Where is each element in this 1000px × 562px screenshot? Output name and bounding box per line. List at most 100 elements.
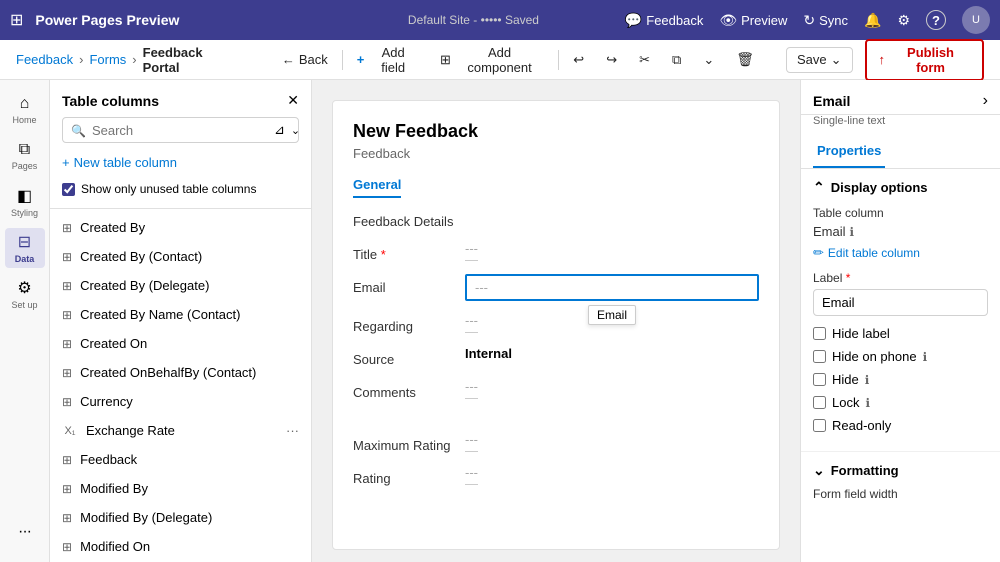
- add-column-button[interactable]: + New table column: [62, 151, 177, 174]
- right-panel-chevron-icon[interactable]: [983, 92, 988, 110]
- bell-icon: [864, 13, 881, 28]
- hide-text: Hide: [832, 372, 859, 387]
- show-unused-checkbox[interactable]: [62, 183, 75, 196]
- undo-icon: [573, 52, 584, 68]
- col-name-7: Exchange Rate: [86, 423, 278, 438]
- list-item[interactable]: X₁ Exchange Rate ···: [50, 416, 311, 445]
- display-options-section: Display options Table column Email Edit …: [801, 169, 1000, 452]
- display-options-header[interactable]: Display options: [813, 179, 988, 196]
- lock-checkbox[interactable]: [813, 396, 826, 409]
- dropdown-icon: [703, 52, 714, 68]
- panel-actions: + New table column: [50, 151, 311, 182]
- add-field-button[interactable]: Add field: [349, 41, 426, 79]
- field-label-comments: Comments: [353, 379, 453, 400]
- list-item[interactable]: Feedback: [50, 445, 311, 474]
- list-item[interactable]: Created By (Contact): [50, 242, 311, 271]
- lock-text: Lock: [832, 395, 859, 410]
- search-input[interactable]: [92, 123, 268, 138]
- formatting-header[interactable]: Formatting: [813, 462, 988, 479]
- more-icon: ···: [18, 523, 31, 541]
- list-item[interactable]: Created By: [50, 213, 311, 242]
- col-name-4: Created On: [80, 336, 299, 351]
- sidebar-item-pages[interactable]: ⧉ Pages: [5, 136, 45, 176]
- list-item[interactable]: Created By Name (Contact): [50, 300, 311, 329]
- cut-button[interactable]: [631, 48, 658, 72]
- hide-label-checkbox[interactable]: [813, 327, 826, 340]
- help-icon[interactable]: [926, 10, 946, 30]
- readonly-checkbox[interactable]: [813, 419, 826, 432]
- list-item[interactable]: Modified On: [50, 532, 311, 561]
- preview-action[interactable]: Preview: [719, 12, 787, 29]
- form-tab-general[interactable]: General: [353, 177, 401, 198]
- info-icon: [850, 224, 855, 239]
- list-item[interactable]: Created On: [50, 329, 311, 358]
- column-list: Created By Created By (Contact) Created …: [50, 213, 311, 562]
- formatting-title-label: Formatting: [831, 463, 899, 478]
- col-name-5: Created OnBehalfBy (Contact): [80, 365, 299, 380]
- list-item[interactable]: Created OnBehalfBy (Contact): [50, 358, 311, 387]
- publish-button[interactable]: Publish form: [865, 39, 984, 81]
- copy-button[interactable]: [664, 48, 689, 72]
- sidebar-item-data[interactable]: ⊟ Data: [5, 228, 45, 268]
- sync-action[interactable]: Sync: [803, 12, 848, 29]
- field-value-email: --- Email: [465, 274, 759, 301]
- readonly-text: Read-only: [832, 418, 891, 433]
- label-input[interactable]: [813, 289, 988, 316]
- sidebar-item-styling[interactable]: ◧ Styling: [5, 182, 45, 222]
- user-avatar[interactable]: U: [962, 6, 990, 34]
- redo-button[interactable]: [598, 48, 625, 72]
- form-field-email[interactable]: Email --- Email: [353, 274, 759, 301]
- settings-icon[interactable]: [897, 12, 910, 29]
- save-button[interactable]: Save: [786, 47, 853, 73]
- add-component-label: Add component: [455, 45, 544, 75]
- close-panel-button[interactable]: [287, 92, 299, 109]
- sidebar-item-setup[interactable]: ⚙ Set up: [5, 274, 45, 314]
- hide-phone-checkbox[interactable]: [813, 350, 826, 363]
- tab-properties[interactable]: Properties: [813, 135, 885, 168]
- filter-dropdown-icon[interactable]: ⌄: [291, 124, 300, 137]
- list-item[interactable]: Created By (Delegate): [50, 271, 311, 300]
- col-icon-2: [62, 278, 72, 293]
- form-subtitle: Feedback: [353, 146, 759, 161]
- email-tooltip: Email: [588, 305, 636, 325]
- grid-icon[interactable]: [10, 10, 23, 30]
- data-icon: ⊟: [18, 232, 31, 252]
- secondary-bar: Feedback › Forms › Feedback Portal Back …: [0, 40, 1000, 80]
- save-label: Save: [797, 52, 827, 67]
- add-component-button[interactable]: ⊞ Add component: [432, 41, 552, 79]
- more-button[interactable]: [695, 48, 722, 72]
- right-panel: Email Single-line text Properties Displa…: [800, 80, 1000, 562]
- save-dropdown-icon: [831, 52, 842, 68]
- feedback-action[interactable]: Feedback: [625, 12, 704, 29]
- hide-checkbox[interactable]: [813, 373, 826, 386]
- show-unused-row: Show only unused table columns: [50, 182, 311, 204]
- formatting-chevron-icon: [813, 462, 825, 479]
- readonly-option: Read-only: [813, 418, 988, 433]
- topbar-actions: Feedback Preview Sync U: [625, 6, 990, 34]
- sidebar-item-more[interactable]: ···: [5, 512, 45, 552]
- required-indicator: *: [381, 247, 386, 262]
- styling-icon: ◧: [17, 186, 32, 206]
- list-item[interactable]: Modified By: [50, 474, 311, 503]
- edit-table-column-link[interactable]: Edit table column: [813, 245, 988, 261]
- notifications[interactable]: [864, 12, 881, 29]
- email-field-selected[interactable]: --- Email: [465, 274, 759, 301]
- breadcrumb-feedback[interactable]: Feedback: [16, 52, 73, 67]
- lock-option: Lock: [813, 395, 988, 410]
- col-name-9: Modified By: [80, 481, 299, 496]
- panel-tabs: Properties: [801, 135, 1000, 169]
- field-value-source: Internal: [465, 346, 759, 361]
- filter-icon[interactable]: ⊿: [274, 122, 285, 138]
- hide-phone-text: Hide on phone: [832, 349, 917, 364]
- sidebar-item-home[interactable]: Home: [5, 90, 45, 130]
- undo-button[interactable]: [565, 48, 592, 72]
- list-item[interactable]: Currency: [50, 387, 311, 416]
- col-icon-4: [62, 336, 72, 351]
- col-more-7[interactable]: ···: [286, 423, 299, 438]
- divider2: [558, 50, 559, 70]
- delete-button[interactable]: [728, 47, 762, 72]
- site-info: Default Site - ••••• Saved: [330, 13, 617, 27]
- back-button[interactable]: Back: [274, 48, 336, 71]
- breadcrumb-forms[interactable]: Forms: [89, 52, 126, 67]
- list-item[interactable]: Modified By (Delegate): [50, 503, 311, 532]
